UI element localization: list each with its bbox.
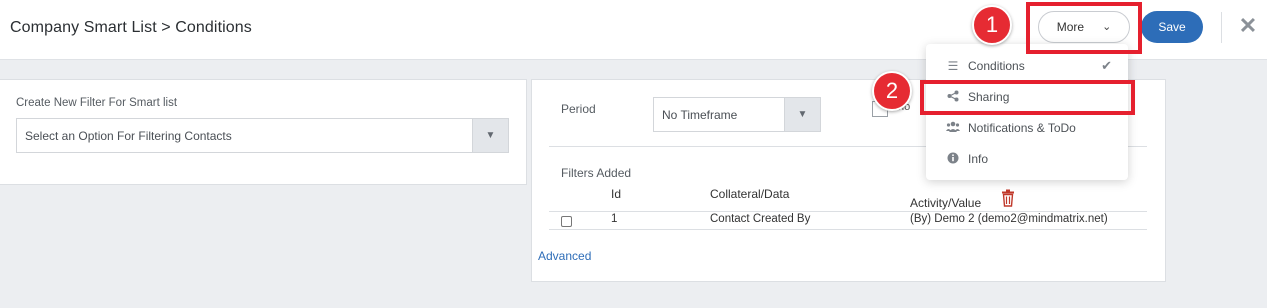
callout-highlight-more	[1026, 2, 1142, 54]
row-id: 1	[611, 213, 618, 225]
close-icon[interactable]: ✕	[1236, 13, 1260, 39]
chevron-down-icon: ▼	[472, 119, 508, 152]
period-select-value: No Timeframe	[662, 107, 738, 122]
advanced-link[interactable]: Advanced	[538, 249, 591, 263]
menu-item-info[interactable]: Info	[926, 145, 1128, 173]
users-icon	[946, 121, 960, 135]
column-header-activity: Activity/Value	[910, 196, 982, 210]
period-label: Period	[561, 102, 596, 116]
menu-item-label: Info	[968, 152, 989, 166]
save-button[interactable]: Save	[1141, 11, 1203, 43]
callout-highlight-sharing	[920, 80, 1135, 115]
chevron-down-icon: ▼	[784, 98, 820, 131]
row-activity: (By) Demo 2 (demo2@mindmatrix.net)	[910, 213, 1108, 225]
list-icon: ☰	[947, 59, 959, 73]
period-select[interactable]: No Timeframe ▼	[653, 97, 821, 132]
divider	[549, 229, 1147, 230]
divider	[1221, 12, 1222, 43]
trash-icon[interactable]	[1000, 189, 1016, 212]
divider	[549, 211, 1147, 212]
column-header-collateral: Collateral/Data	[710, 187, 790, 201]
page-title: Company Smart List > Conditions	[10, 19, 252, 36]
filter-select-value: Select an Option For Filtering Contacts	[25, 128, 232, 143]
filter-select[interactable]: Select an Option For Filtering Contacts …	[16, 118, 509, 153]
check-icon: ✔	[1101, 58, 1112, 73]
filter-label: Create New Filter For Smart list	[16, 97, 178, 109]
menu-item-notifications[interactable]: Notifications & ToDo	[926, 114, 1128, 142]
menu-item-conditions[interactable]: ☰ Conditions ✔	[926, 52, 1128, 80]
row-collateral: Contact Created By	[710, 213, 811, 225]
menu-item-label: Notifications & ToDo	[968, 121, 1076, 135]
callout-number-1: 1	[972, 5, 1012, 45]
info-icon	[946, 152, 960, 167]
menu-item-label: Conditions	[968, 59, 1025, 73]
filters-added-label: Filters Added	[561, 166, 632, 180]
callout-number-2: 2	[872, 71, 912, 111]
row-checkbox[interactable]	[561, 216, 572, 227]
column-header-id: Id	[611, 187, 622, 201]
